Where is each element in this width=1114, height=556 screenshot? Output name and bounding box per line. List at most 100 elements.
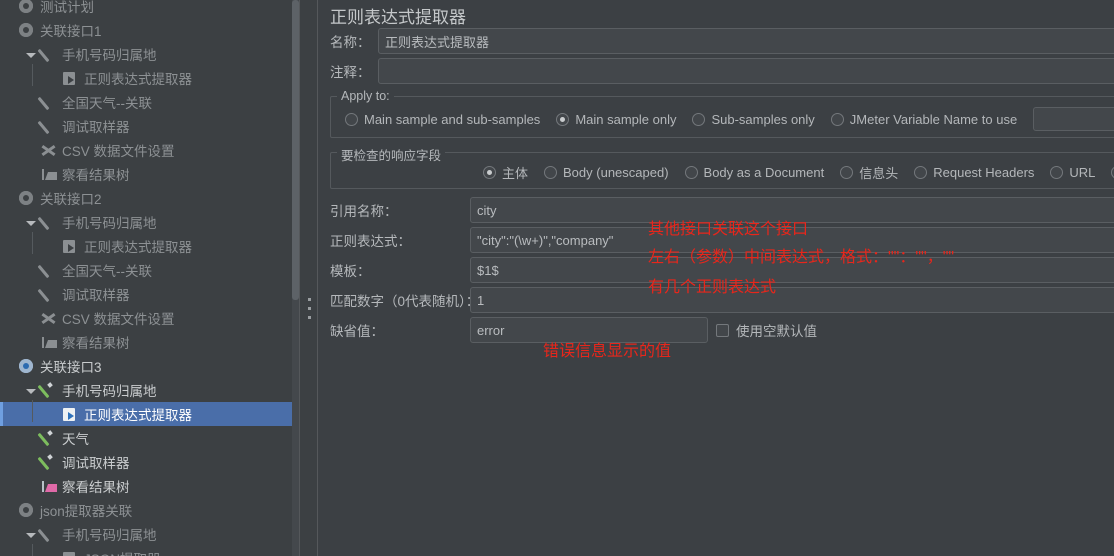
radio-option[interactable]: Main sample and sub-samples [345,112,540,127]
default-value-label: 缺省值： [330,324,384,339]
radio-indicator[interactable] [1050,166,1064,179]
comment-input[interactable] [378,58,1114,84]
radio-indicator[interactable] [914,166,928,179]
tree-scrollbar-thumb[interactable] [292,0,299,300]
pencil-icon [39,285,57,303]
apply-to-radio-group[interactable]: Main sample and sub-samples Main sample o… [331,107,1114,131]
radio-option[interactable]: Body as a Document [684,165,825,180]
tree-item-label: 手机号码归属地 [62,384,157,399]
tree-scrollbar[interactable] [292,0,299,556]
tree-item-label: json提取器关联 [40,504,133,519]
tree-item-label: 关联接口2 [40,192,102,207]
radio-label: 主体 [502,166,529,181]
tree-item[interactable]: 关联接口3 [0,354,299,378]
splitter-grip-icon[interactable] [308,298,311,321]
radio-option[interactable]: 主体 [483,163,528,182]
radio-indicator[interactable] [345,112,358,126]
pencil-icon [39,453,57,471]
template-label: 模板： [330,264,371,279]
radio-indicator[interactable] [556,112,570,126]
pencil-icon [39,381,57,399]
radio-option[interactable]: 信息头 [840,163,898,182]
tree-item[interactable]: CSV 数据文件设置 [0,138,299,162]
tree-item[interactable]: 调试取样器 [0,450,299,474]
radio-option[interactable]: Sub-samples only [692,112,815,127]
tree-item[interactable]: 天气 [0,426,299,450]
chevron-down-icon[interactable] [24,48,37,61]
tree-item[interactable]: 手机号码归属地 [0,42,299,66]
radio-indicator[interactable] [483,166,496,179]
tree-item[interactable]: 正则表达式提取器 [0,66,299,90]
radio-option[interactable]: Main sample only [556,112,676,127]
chart-icon [39,477,57,495]
tree-item[interactable]: 全国天气--关联 [0,258,299,282]
radio-indicator[interactable] [840,166,854,179]
tree-item[interactable]: 全国天气--关联 [0,90,299,114]
radio-indicator[interactable] [830,112,844,126]
default-value-input[interactable]: error [470,317,708,343]
tree-item[interactable]: 测试计划 [0,0,299,18]
test-plan-tree-panel[interactable]: 测试计划 关联接口1 手机号码归属地 正则表达式提取器 全国天气--关联 调试取样器 CSV… [0,0,299,556]
chevron-down-icon[interactable] [24,216,37,229]
radio-label: URL [1069,165,1096,180]
tree-item[interactable]: 正则表达式提取器 [0,234,299,258]
tree-item[interactable]: 正则表达式提取器 [0,402,299,426]
template-row: 模板： $1$ [318,255,1114,285]
field-to-check-radio-group[interactable]: 主体 Body (unescaped) Body as a Document 信息头 R… [331,163,1114,182]
tree-item[interactable]: 调试取样器 [0,282,299,306]
match-no-row: 匹配数字（0代表随机）： 1 [318,285,1114,315]
comment-label: 注释： [330,65,371,80]
tree-item-label: 手机号码归属地 [62,528,157,543]
tree-item[interactable]: CSV 数据文件设置 [0,306,299,330]
tree-item[interactable]: 调试取样器 [0,114,299,138]
tree-item-label: JSON提取器 [84,548,161,556]
tree-item[interactable]: 手机号码归属地 [0,522,299,546]
radio-indicator[interactable] [544,166,558,179]
tree-guide-line [32,64,33,86]
tree-item[interactable]: 关联接口2 [0,186,299,210]
match-no-input[interactable]: 1 [470,287,1114,313]
tree-item-label: 调试取样器 [62,120,130,135]
radio-option[interactable]: JMeter Variable Name to use [830,112,1017,127]
chevron-down-icon[interactable] [24,528,37,541]
jmeter-variable-name-input[interactable] [1033,107,1114,131]
extractor-icon [61,237,79,255]
radio-option[interactable]: URL [1050,165,1095,180]
radio-option[interactable]: Body (unescaped) [544,165,669,180]
tree-item[interactable]: JSON提取器 [0,546,299,556]
reference-name-input[interactable]: city [470,197,1114,223]
extractor-icon [61,405,79,423]
name-input[interactable]: 正则表达式提取器 [378,28,1114,54]
tree-item[interactable]: json提取器关联 [0,498,299,522]
chevron-down-icon[interactable] [24,384,37,397]
tree-item[interactable]: 关联接口1 [0,18,299,42]
template-input[interactable]: $1$ [470,257,1114,283]
tree-item[interactable]: 察看结果树 [0,162,299,186]
tree-item[interactable]: 手机号码归属地 [0,378,299,402]
pencil-icon [39,93,57,111]
match-no-label: 匹配数字（0代表随机）： [330,294,480,309]
radio-indicator[interactable] [684,166,698,179]
panel-splitter[interactable] [299,0,318,556]
tree-item[interactable]: 察看结果树 [0,474,299,498]
tree-item[interactable]: 手机号码归属地 [0,210,299,234]
regular-expression-input[interactable]: "city":"(\w+)","company" [470,227,1114,253]
radio-option[interactable]: Request Headers [914,165,1034,180]
pencil-icon [39,525,57,543]
test-plan-tree[interactable]: 测试计划 关联接口1 手机号码归属地 正则表达式提取器 全国天气--关联 调试取样器 CSV… [0,0,299,556]
radio-label: Body as a Document [703,165,825,180]
radio-indicator[interactable] [692,112,706,126]
tree-item-label: CSV 数据文件设置 [62,144,175,159]
tree-guide-line [32,232,33,254]
wrench-icon [39,309,57,327]
wrench-icon [39,141,57,159]
use-empty-default-checkbox[interactable] [716,323,729,337]
tree-item-label: 天气 [62,432,89,447]
tree-item[interactable]: 察看结果树 [0,330,299,354]
